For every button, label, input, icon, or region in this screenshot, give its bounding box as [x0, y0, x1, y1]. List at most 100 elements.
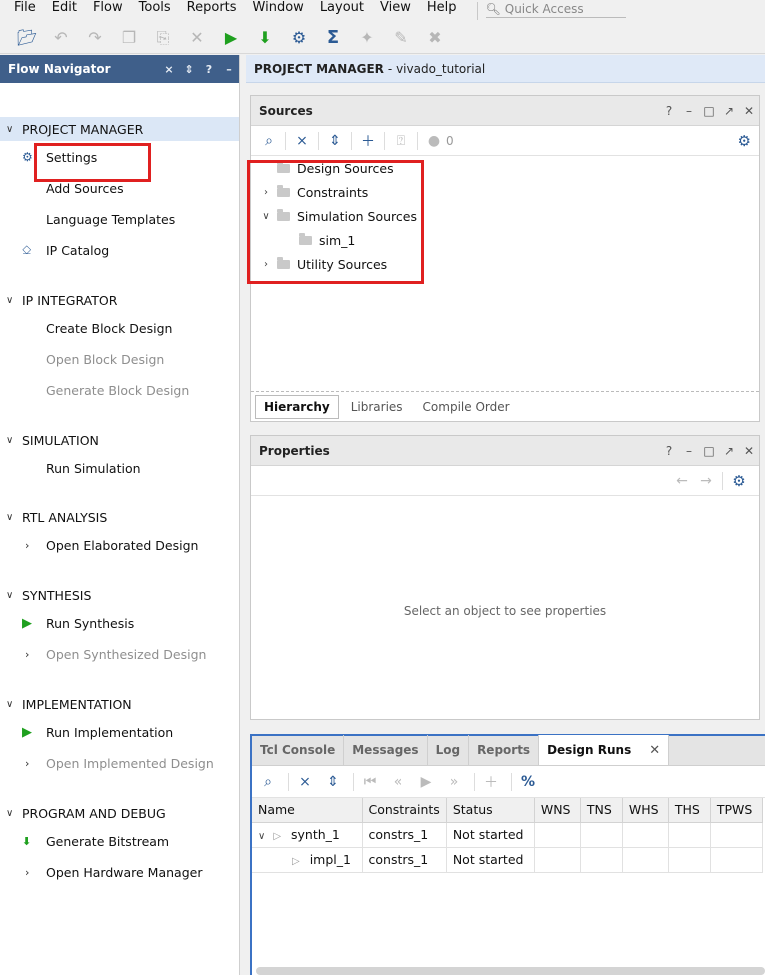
search-icon[interactable]: ⌕ — [257, 133, 281, 149]
menu-reports[interactable]: Reports — [179, 0, 245, 22]
tab-tcl-console[interactable]: Tcl Console — [252, 735, 345, 765]
menu-edit[interactable]: Edit — [44, 0, 85, 22]
gear-icon[interactable]: ⚙ — [727, 472, 751, 490]
undo-icon[interactable]: ↶ — [44, 23, 78, 53]
first-icon[interactable]: ⏮ — [358, 774, 382, 790]
nav-language-templates[interactable]: Language Templates — [22, 207, 175, 231]
float-icon[interactable]: ↗ — [719, 444, 739, 458]
menu-help[interactable]: Help — [419, 0, 465, 22]
quick-access-field[interactable]: 🔍︎ Quick Access — [485, 0, 626, 18]
close-icon[interactable]: ✕ — [739, 104, 759, 118]
tab-design-runs[interactable]: Design Runs ✕ — [539, 735, 670, 765]
nav-create-block-design[interactable]: Create Block Design — [22, 316, 172, 340]
collapse-all-icon[interactable]: ⨯ — [293, 774, 317, 790]
section-simulation[interactable]: ∨ SIMULATION — [0, 428, 99, 452]
collapse-all-icon[interactable]: ⨯ — [290, 133, 314, 149]
column-header[interactable]: WHS — [622, 798, 669, 823]
menu-flow[interactable]: Flow — [85, 0, 131, 22]
table-row[interactable]: ▷ impl_1 constrs_1 Not started — [252, 847, 763, 873]
quick-access-placeholder: Quick Access — [504, 1, 584, 16]
expand-all-icon[interactable]: ⇕ — [321, 774, 345, 790]
expand-all-icon[interactable]: ⇕ — [179, 63, 199, 76]
maximize-icon[interactable]: □ — [699, 104, 719, 118]
section-project-manager[interactable]: ∨ PROJECT MANAGER — [0, 117, 239, 141]
redo-icon[interactable]: ↷ — [78, 23, 112, 53]
open-project-icon[interactable]: 📂︎ — [10, 23, 44, 53]
nav-open-elaborated-design[interactable]: › Open Elaborated Design — [22, 533, 198, 557]
column-header[interactable]: WNS — [534, 798, 581, 823]
tab-log[interactable]: Log — [428, 735, 470, 765]
nav-generate-bitstream[interactable]: ⬇ Generate Bitstream — [22, 829, 169, 853]
next-icon[interactable]: » — [442, 774, 466, 790]
sources-header: Sources ? – □ ↗ ✕ — [251, 96, 759, 126]
column-header[interactable]: THS — [668, 798, 711, 823]
cancel-icon[interactable]: ✖ — [418, 23, 452, 53]
section-synthesis[interactable]: ∨ SYNTHESIS — [0, 583, 91, 607]
pencil-icon[interactable]: ✎ — [384, 23, 418, 53]
horizontal-scrollbar[interactable] — [256, 967, 765, 975]
maximize-icon[interactable]: □ — [699, 444, 719, 458]
back-arrow-icon[interactable]: ← — [670, 473, 694, 489]
play-icon[interactable]: ▶ — [414, 774, 438, 790]
collapse-all-icon[interactable]: ⨯ — [159, 63, 179, 76]
settings-gear-icon[interactable]: ⚙ — [282, 23, 316, 53]
menu-window[interactable]: Window — [245, 0, 312, 22]
nav-ip-catalog[interactable]: ⎐ IP Catalog — [22, 238, 109, 262]
generate-bitstream-icon[interactable]: ⬇ — [248, 23, 282, 53]
minimize-icon[interactable]: – — [679, 104, 699, 118]
menu-file[interactable]: File — [0, 0, 44, 22]
column-header[interactable]: TPWS — [710, 798, 763, 823]
wand-icon[interactable]: ✦ — [350, 23, 384, 53]
forward-arrow-icon[interactable]: → — [694, 473, 718, 489]
section-implementation[interactable]: ∨ IMPLEMENTATION — [0, 692, 132, 716]
close-icon[interactable]: ✕ — [739, 444, 759, 458]
menu-layout[interactable]: Layout — [312, 0, 372, 22]
float-icon[interactable]: ↗ — [719, 104, 739, 118]
add-icon[interactable]: ＋ — [479, 772, 503, 792]
properties-title: Properties — [259, 443, 330, 458]
nav-open-hardware-manager[interactable]: › Open Hardware Manager — [22, 860, 202, 884]
delete-icon[interactable]: ✕ — [180, 23, 214, 53]
nav-open-synthesized-design[interactable]: › Open Synthesized Design — [22, 642, 206, 666]
tab-libraries[interactable]: Libraries — [343, 396, 411, 418]
help-icon[interactable]: ? — [659, 104, 679, 118]
nav-run-simulation[interactable]: Run Simulation — [22, 456, 141, 480]
run-icon[interactable]: ▶ — [214, 23, 248, 53]
copy-icon[interactable]: ❐ — [112, 23, 146, 53]
nav-run-implementation[interactable]: ▶ Run Implementation — [22, 720, 173, 744]
tab-reports[interactable]: Reports — [469, 735, 540, 765]
chevron-down-icon[interactable]: ∨ — [258, 831, 265, 842]
column-header[interactable]: TNS — [580, 798, 623, 823]
report-sigma-icon[interactable]: Σ — [316, 23, 350, 53]
minimize-icon[interactable]: – — [679, 444, 699, 458]
nav-generate-block-design[interactable]: Generate Block Design — [22, 378, 189, 402]
tab-compile-order[interactable]: Compile Order — [415, 396, 518, 418]
search-icon[interactable]: ⌕ — [256, 774, 280, 790]
nav-open-implemented-design[interactable]: › Open Implemented Design — [22, 751, 214, 775]
help-icon[interactable]: ? — [199, 63, 219, 76]
nav-open-block-design[interactable]: Open Block Design — [22, 347, 164, 371]
menu-tools[interactable]: Tools — [131, 0, 179, 22]
column-header[interactable]: Constraints — [362, 798, 447, 823]
tab-messages[interactable]: Messages — [344, 735, 428, 765]
help-icon[interactable]: ? — [659, 444, 679, 458]
nav-run-synthesis[interactable]: ▶ Run Synthesis — [22, 611, 134, 635]
section-ip-integrator[interactable]: ∨ IP INTEGRATOR — [0, 288, 117, 312]
tab-hierarchy[interactable]: Hierarchy — [255, 394, 339, 419]
column-header[interactable]: Name — [252, 798, 363, 823]
gear-icon[interactable]: ⚙ — [738, 132, 751, 150]
percent-icon[interactable]: % — [516, 774, 540, 790]
play-icon: ▶ — [22, 724, 32, 740]
close-icon[interactable]: ✕ — [649, 743, 660, 758]
expand-all-icon[interactable]: ⇕ — [323, 133, 347, 149]
column-header[interactable]: Status — [446, 798, 535, 823]
minimize-icon[interactable]: – — [219, 63, 239, 76]
add-icon[interactable]: ＋ — [356, 131, 380, 151]
previous-icon[interactable]: « — [386, 774, 410, 790]
table-row[interactable]: ∨ ▷ synth_1 constrs_1 Not started — [252, 822, 763, 848]
unknown-file-icon[interactable]: ⍰ — [389, 133, 413, 149]
section-rtl-analysis[interactable]: ∨ RTL ANALYSIS — [0, 505, 107, 529]
menu-view[interactable]: View — [372, 0, 419, 22]
section-program-and-debug[interactable]: ∨ PROGRAM AND DEBUG — [0, 801, 166, 825]
paste-icon[interactable]: ⎘ — [146, 23, 180, 53]
